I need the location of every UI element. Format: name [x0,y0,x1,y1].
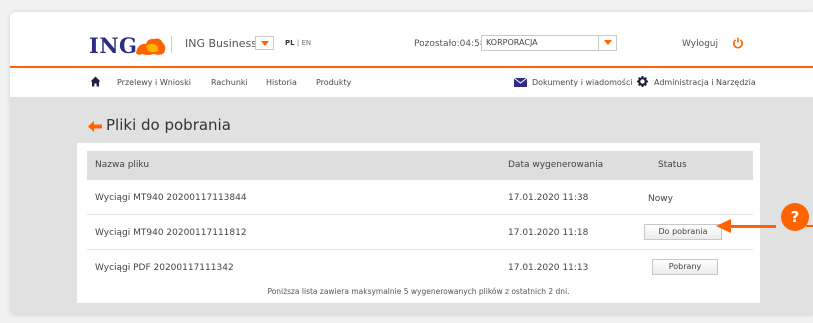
logo-text: ING [89,33,138,58]
app-window: ING ING Business PL | EN Pozostało:04:58… [10,12,813,315]
nav-item-admin[interactable]: Administracja i Narzędzia [654,78,756,87]
file-date: 17.01.2020 11:18 [508,228,589,238]
nav-item-history[interactable]: Historia [266,78,297,87]
mail-icon [514,78,527,87]
file-name: Wyciągi MT940 20200117113844 [95,193,247,203]
status-text: Nowy [648,194,673,204]
page-title: Pliki do pobrania [106,116,231,134]
company-select[interactable]: KORPORACJA [481,35,617,51]
download-button[interactable]: Do pobrania [644,224,722,240]
column-header-date: Data wygenerowania [508,160,604,170]
files-table-card: Nazwa pliku Data wygenerowania Status Wy… [77,143,760,303]
session-timer: Pozostało:04:58 [414,39,486,49]
content-area: Pliki do pobrania Nazwa pliku Data wygen… [10,97,813,315]
nav-item-accounts[interactable]: Rachunki [211,78,248,87]
help-badge[interactable]: ? [781,203,809,231]
table-footnote: Poniższa lista zawiera maksymalnie 5 wyg… [267,287,570,296]
gear-icon [637,76,648,87]
app-switcher-dropdown[interactable] [255,36,274,50]
lang-en[interactable]: EN [301,39,311,47]
table-row: Wyciągi MT940 20200117113844 17.01.2020 … [87,180,753,215]
chevron-down-icon [598,36,616,50]
nav-item-documents[interactable]: Dokumenty i wiadomości [532,78,633,87]
language-switch: PL | EN [285,39,311,47]
lang-pl[interactable]: PL [285,39,295,47]
help-badge-tail [806,225,813,227]
pointer-arrow-head [716,219,731,233]
app-name: ING Business [185,37,257,50]
home-icon[interactable] [90,76,101,87]
file-name: Wyciągi MT940 20200117111812 [95,228,247,238]
table-header: Nazwa pliku Data wygenerowania Status [87,151,753,180]
file-date: 17.01.2020 11:13 [508,263,589,273]
file-name: Wyciągi PDF 20200117111342 [95,263,234,273]
file-date: 17.01.2020 11:38 [508,193,589,203]
nav-item-transfers[interactable]: Przelewy i Wnioski [117,78,191,87]
table-row: Wyciągi PDF 20200117111342 17.01.2020 11… [87,250,753,285]
lang-separator: | [296,39,300,47]
nav-item-products[interactable]: Produkty [316,78,351,87]
back-arrow-icon[interactable] [88,121,102,132]
table-row: Wyciągi MT940 20200117111812 17.01.2020 … [87,215,753,250]
column-header-status: Status [658,160,687,170]
company-value: KORPORACJA [486,38,538,47]
header-divider [171,36,172,53]
downloaded-button[interactable]: Pobrany [652,259,718,275]
pointer-arrow-line [730,225,776,228]
column-header-name: Nazwa pliku [95,160,150,170]
main-navigation: Przelewy i Wnioski Rachunki Historia Pro… [10,70,813,97]
logout-link[interactable]: Wyloguj [682,39,718,49]
lion-icon [136,38,166,55]
top-header: ING ING Business PL | EN Pozostało:04:58… [10,12,813,68]
power-icon[interactable] [732,37,744,49]
